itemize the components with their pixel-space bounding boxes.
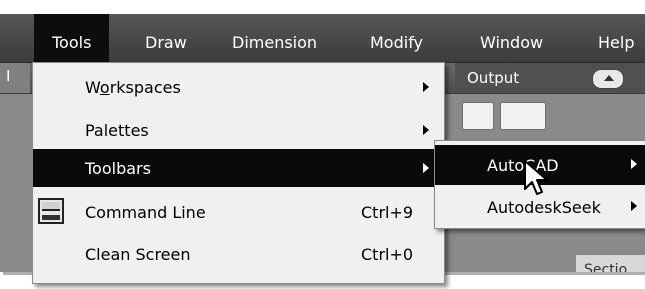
submenu-arrow-icon xyxy=(423,82,429,92)
menu-item-palettes-label: Palettes xyxy=(85,121,149,140)
menu-item-workspaces-label: Workspaces xyxy=(85,78,181,97)
menu-item-clean-screen[interactable]: Clean Screen Ctrl+0 xyxy=(33,235,444,273)
menu-item-clean-screen-label: Clean Screen xyxy=(85,245,191,264)
menu-dimension[interactable]: Dimension xyxy=(232,14,317,62)
ribbon-minimize-button[interactable] xyxy=(592,69,624,89)
menu-item-toolbars-label: Toolbars xyxy=(85,159,151,178)
menu-bar: Tools Draw Dimension Modify Window Help xyxy=(0,14,645,63)
mouse-pointer-icon xyxy=(524,160,548,195)
menu-item-workspaces[interactable]: Workspaces xyxy=(33,68,444,106)
ribbon-left-tab[interactable]: I xyxy=(0,63,30,93)
tools-menu: Workspaces Palettes Toolbars Command Lin… xyxy=(32,62,445,284)
menu-modify[interactable]: Modify xyxy=(370,14,423,62)
menu-item-command-line-label: Command Line xyxy=(85,203,206,222)
submenu-arrow-icon xyxy=(423,125,429,135)
menu-tools[interactable]: Tools xyxy=(34,14,110,62)
command-line-icon xyxy=(38,198,64,224)
submenu-item-autodeskseek-label: AutodeskSeek xyxy=(487,198,601,217)
menu-item-command-line[interactable]: Command Line Ctrl+9 xyxy=(33,193,444,231)
shortcut-ctrl-0: Ctrl+0 xyxy=(361,245,414,264)
tool-dropdown-button[interactable] xyxy=(500,102,546,130)
menu-item-toolbars[interactable]: Toolbars xyxy=(33,149,444,187)
section-tab[interactable]: Sectio xyxy=(575,254,645,272)
menu-window[interactable]: Window xyxy=(480,14,543,62)
menu-item-palettes[interactable]: Palettes xyxy=(33,111,444,149)
shortcut-ctrl-9: Ctrl+9 xyxy=(361,203,414,222)
tab-output[interactable]: Output xyxy=(467,63,519,93)
submenu-arrow-icon xyxy=(423,163,429,173)
ribbon-left-tab-label: I xyxy=(6,67,11,85)
menu-help[interactable]: Help xyxy=(598,14,634,62)
tool-button-1[interactable] xyxy=(462,102,494,130)
submenu-arrow-icon xyxy=(631,159,637,169)
submenu-arrow-icon xyxy=(631,201,637,211)
menu-draw[interactable]: Draw xyxy=(145,14,187,62)
